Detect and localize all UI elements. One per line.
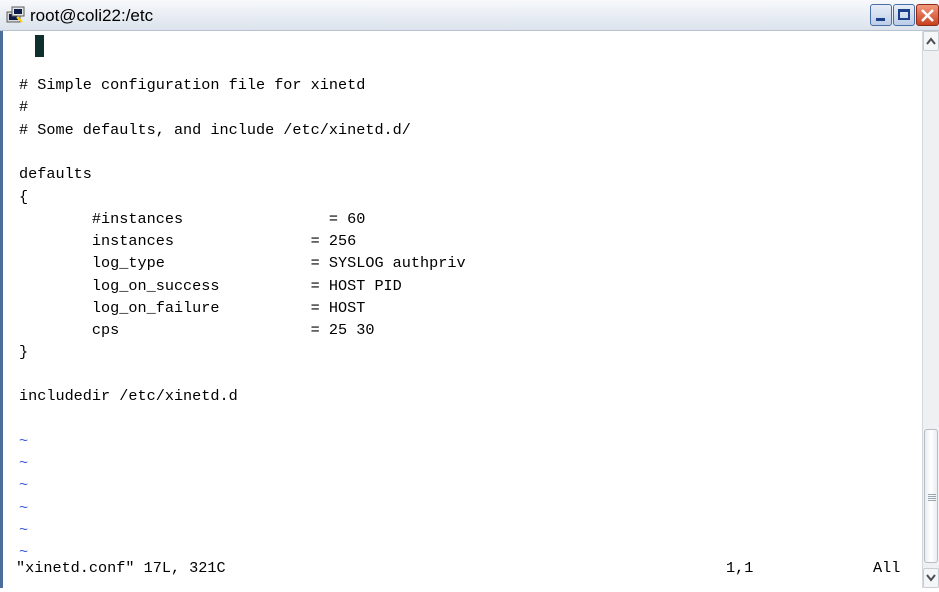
window-title: root@coli22:/etc <box>30 6 154 25</box>
line-4: # Some defaults, and include /etc/xinetd… <box>19 121 411 139</box>
line-16: includedir /etc/xinetd.d <box>19 387 238 405</box>
line-3: # <box>19 98 29 116</box>
empty-line-marker: ~ <box>19 499 29 517</box>
maximize-button[interactable] <box>893 4 915 26</box>
scrollbar-thumb[interactable] <box>924 429 938 563</box>
chevron-down-icon <box>926 574 936 582</box>
chevron-up-icon <box>926 37 936 45</box>
empty-line-marker: ~ <box>19 454 29 472</box>
terminal-content[interactable]: # Simple configuration file for xinetd #… <box>0 31 922 588</box>
scroll-down-button[interactable] <box>923 568 939 588</box>
maximize-icon <box>898 9 910 20</box>
file-info: "xinetd.conf" 17L, 321C <box>16 559 226 577</box>
line-7: { <box>19 188 29 206</box>
vim-status-line: "xinetd.conf" 17L, 321C 1,1 All <box>16 557 922 579</box>
terminal-window: root@coli22:/etc # Simple configuration … <box>0 0 939 588</box>
grip-line <box>928 498 936 499</box>
line-6: defaults <box>19 165 92 183</box>
cursor-position: 1,1 <box>726 559 754 577</box>
close-icon <box>921 9 934 22</box>
minimize-button[interactable] <box>870 4 892 26</box>
grip-line <box>928 496 936 497</box>
line-1 <box>19 35 74 57</box>
line-8: #instances = 60 <box>19 210 366 228</box>
close-button[interactable] <box>916 4 939 26</box>
vertical-scrollbar[interactable] <box>922 31 939 588</box>
line-2: # Simple configuration file for xinetd <box>19 76 366 94</box>
line-11: log_on_success = HOST PID <box>19 277 402 295</box>
scroll-up-button[interactable] <box>923 31 939 51</box>
empty-line-marker: ~ <box>19 432 29 450</box>
empty-line-marker: ~ <box>19 476 29 494</box>
grip-line <box>928 500 936 501</box>
title-bar[interactable]: root@coli22:/etc <box>0 0 939 31</box>
line-14: } <box>19 343 29 361</box>
text-cursor <box>35 35 44 57</box>
empty-line-marker: ~ <box>19 521 29 539</box>
scroll-indicator: All <box>873 559 901 577</box>
line-13: cps = 25 30 <box>19 321 375 339</box>
line-10: log_type = SYSLOG authpriv <box>19 254 466 272</box>
putty-terminal-icon <box>6 6 25 23</box>
line-12: log_on_failure = HOST <box>19 299 366 317</box>
grip-line <box>928 494 936 495</box>
minimize-icon <box>876 18 885 21</box>
line-9: instances = 256 <box>19 232 357 250</box>
